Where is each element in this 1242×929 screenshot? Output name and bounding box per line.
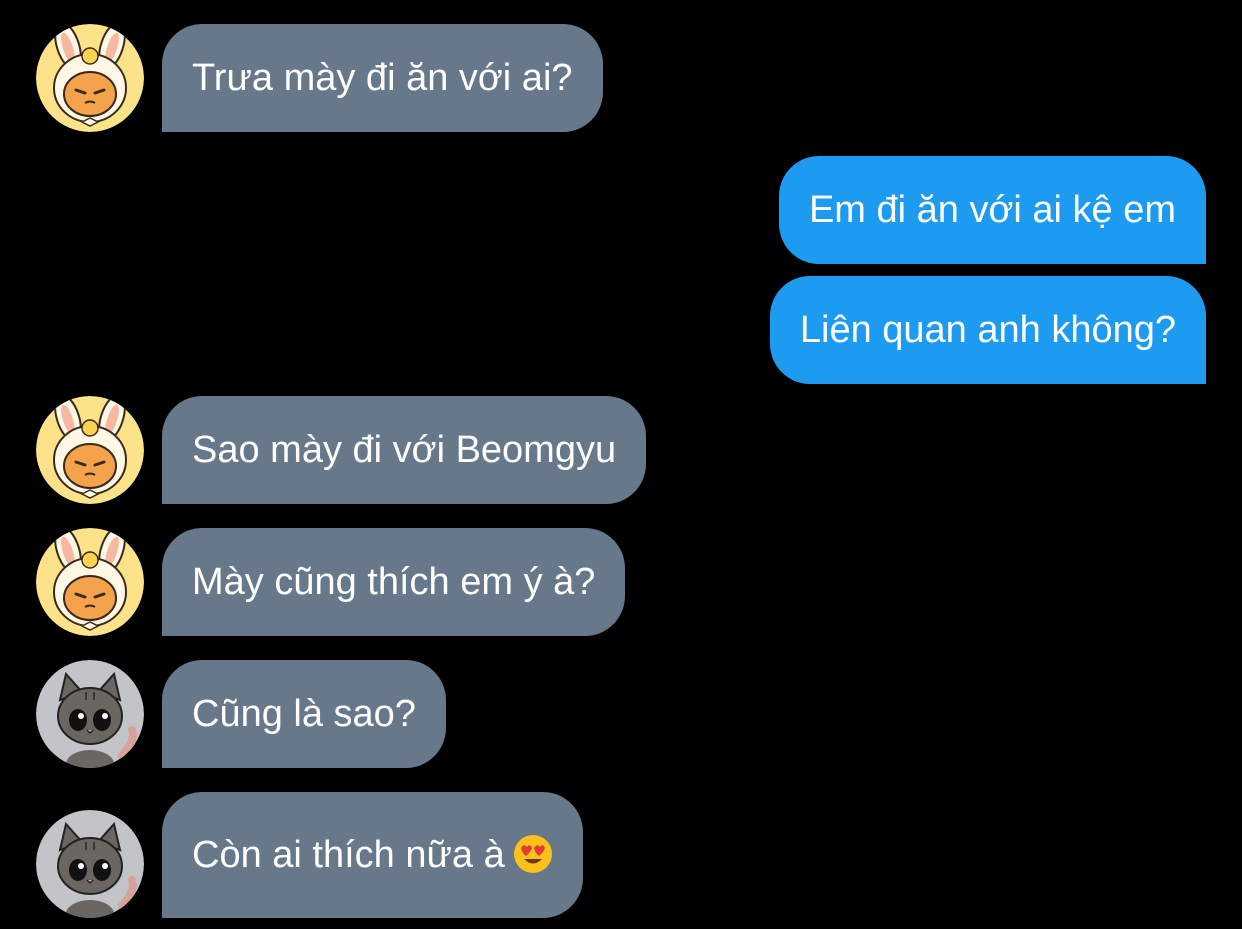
incoming-message-bubble[interactable]: Cũng là sao? (162, 660, 446, 768)
incoming-message-bubble[interactable]: Sao mày đi với Beomgyu (162, 396, 647, 504)
message-row: Sao mày đi với Beomgyu (0, 396, 1242, 504)
incoming-message-bubble[interactable]: Trưa mày đi ăn với ai? (162, 24, 603, 132)
message-row: Cũng là sao? (0, 660, 1242, 768)
bunny-hood-avatar[interactable] (36, 396, 144, 504)
message-row: Còn ai thích nữa à (0, 792, 1242, 918)
bunny-hood-avatar[interactable] (36, 24, 144, 132)
message-row: Mày cũng thích em ý à? (0, 528, 1242, 636)
message-row: Em đi ăn với ai kệ em (0, 156, 1242, 264)
cat-avatar[interactable] (36, 660, 144, 768)
bunny-hood-avatar[interactable] (36, 528, 144, 636)
incoming-message-bubble[interactable]: Mày cũng thích em ý à? (162, 528, 626, 636)
heart-eyes-emoji-icon (513, 834, 552, 873)
message-row: Liên quan anh không? (0, 276, 1242, 384)
incoming-message-bubble[interactable]: Còn ai thích nữa à (162, 792, 583, 918)
outgoing-message-bubble[interactable]: Em đi ăn với ai kệ em (778, 156, 1206, 264)
outgoing-message-bubble[interactable]: Liên quan anh không? (769, 276, 1206, 384)
message-text: Còn ai thích nữa à (192, 834, 505, 876)
message-row: Trưa mày đi ăn với ai? (0, 24, 1242, 132)
cat-avatar[interactable] (36, 810, 144, 918)
